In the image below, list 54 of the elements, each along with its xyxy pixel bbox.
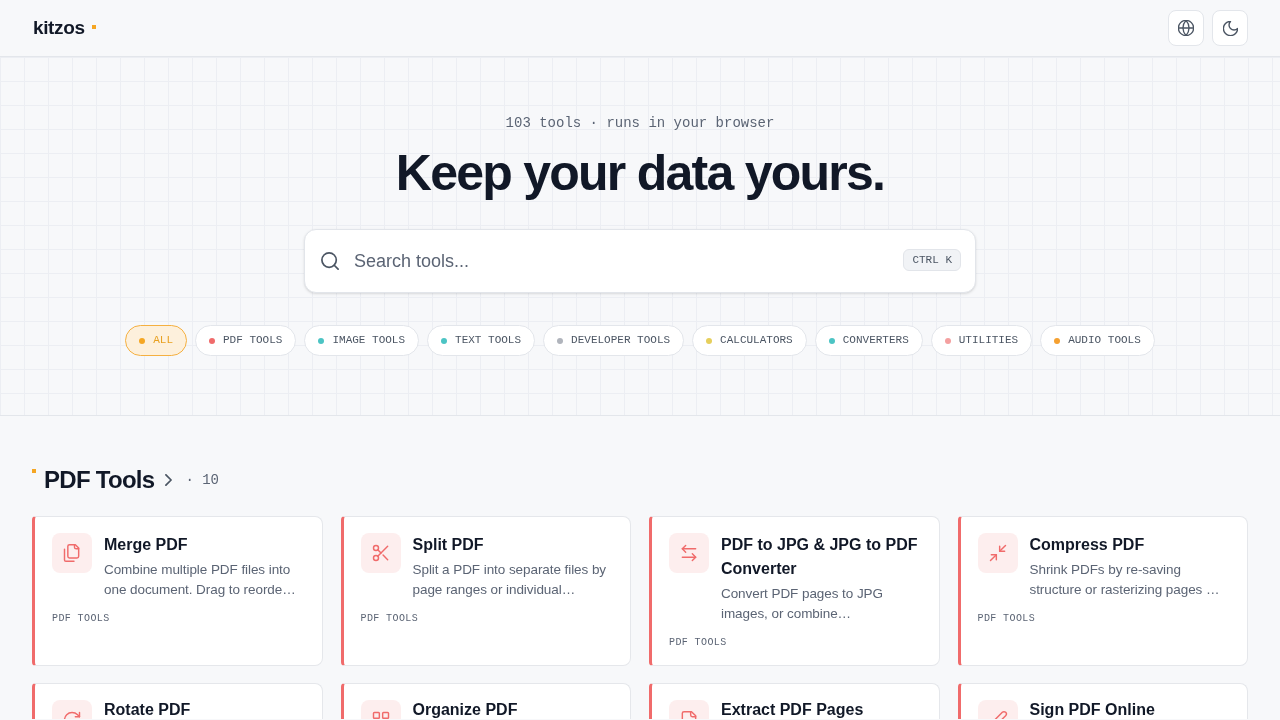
category-tag: PDF TOOLS — [52, 612, 305, 626]
tool-title: Split PDF — [412, 535, 485, 555]
tool-card[interactable]: Merge PDF Combine multiple PDF files into one document. Drag to reorde… PDF TOOLS — [32, 516, 323, 666]
tool-card[interactable]: Split PDF Split a PDF into separate files by page ranges or individual… PDF TOOLS — [340, 516, 631, 666]
logo-text[interactable]: kitzos — [33, 16, 85, 40]
pen-icon — [977, 700, 1018, 719]
rotate-icon — [52, 700, 92, 719]
tool-description: Combine multiple PDF files into one document. Drag to reorde… — [104, 561, 297, 599]
tool-title: Organize PDF — [412, 700, 518, 719]
chevron-right-icon[interactable] — [165, 474, 173, 486]
square-mark-icon — [32, 469, 36, 473]
tool-count: · 10 — [185, 471, 219, 490]
filter-chip[interactable]: AUDIO TOOLS — [1040, 325, 1155, 356]
square-mark-icon — [91, 24, 96, 29]
filter-chip[interactable]: CALCULATORS — [692, 325, 807, 356]
filter-chip[interactable]: TEXT TOOLS — [427, 325, 536, 356]
tool-card[interactable]: Extract PDF Pages — [649, 683, 940, 719]
filter-chip[interactable]: DEVELOPER TOOLS — [543, 325, 685, 356]
tool-title: Merge PDF — [104, 535, 189, 555]
tagline: 103 tools · runs in your browser — [505, 114, 775, 133]
filter-chip[interactable]: IMAGE TOOLS — [304, 325, 420, 356]
scissors-icon — [360, 533, 401, 573]
tool-description: Convert PDF pages to JPG images, or combine… — [721, 585, 884, 623]
documents-icon — [52, 533, 92, 573]
tool-title: Rotate PDF — [104, 700, 191, 719]
tool-title: Sign PDF Online — [1029, 700, 1155, 719]
category-tag: PDF TOOLS — [669, 636, 922, 650]
search-icon — [321, 252, 339, 270]
hero-heading: Keep your data yours. — [395, 144, 885, 203]
tool-title: Extract PDF Pages — [721, 700, 864, 719]
tool-title: PDF to JPG & JPG to PDF Converter — [721, 535, 919, 579]
filter-chip[interactable]: PDF TOOLS — [195, 325, 297, 356]
section-title: PDF Tools — [44, 465, 155, 495]
tool-title: Compress PDF — [1029, 535, 1146, 555]
filter-chip[interactable]: UTILITIES — [930, 325, 1033, 356]
category-tag: PDF TOOLS — [977, 612, 1230, 626]
tool-card[interactable]: Sign PDF Online — [957, 683, 1248, 719]
keyboard-shortcut: CTRL K — [903, 249, 961, 271]
tool-card[interactable]: Compress PDF Shrink PDFs by re-saving structure or rasterizing pages … PDF TOOLS — [957, 516, 1248, 666]
shrink-arrows-icon — [977, 533, 1018, 573]
swap-arrows-icon — [669, 533, 709, 573]
moon-icon — [1222, 20, 1238, 36]
tool-description: Shrink PDFs by re-saving structure or rasterizing pages … — [1029, 561, 1221, 599]
grid-icon — [360, 700, 401, 719]
language-button[interactable] — [1168, 10, 1204, 46]
tool-card[interactable]: Rotate PDF — [32, 683, 323, 719]
tool-card[interactable]: PDF to JPG & JPG to PDF Converter Convert PDF pages to JPG images, or combine… PDF TOOLS — [649, 516, 940, 666]
filter-chip[interactable]: CONVERTERS — [814, 325, 923, 356]
globe-icon — [1178, 20, 1194, 36]
category-tag: PDF TOOLS — [360, 612, 613, 626]
theme-toggle-button[interactable] — [1212, 10, 1248, 46]
document-icon — [669, 700, 709, 719]
tool-description: Split a PDF into separate files by page ranges or individual… — [412, 561, 608, 599]
tool-card[interactable]: Organize PDF — [340, 683, 631, 719]
